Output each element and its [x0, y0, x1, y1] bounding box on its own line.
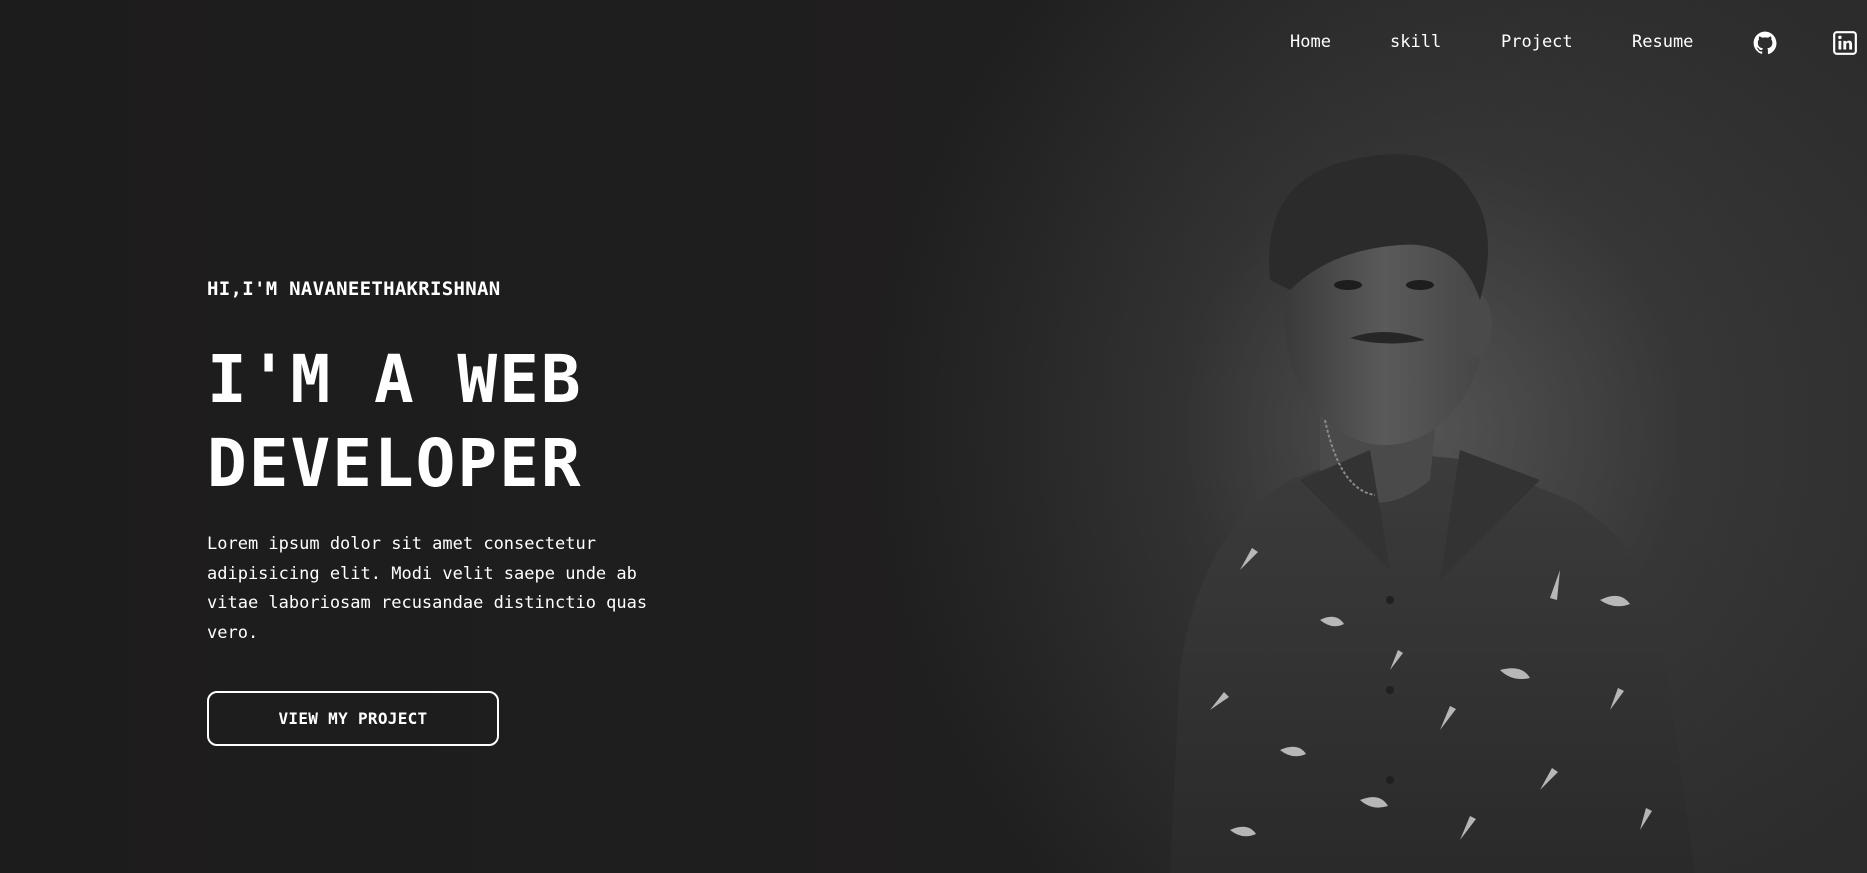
hero-headline-line1: I'M A WEB: [207, 341, 583, 418]
hero-greeting: HI,I'M NAVANEETHAKRISHNAN: [207, 278, 501, 300]
top-navbar: Home skill Project Resume: [0, 28, 1867, 58]
nav-link-resume[interactable]: Resume: [1632, 32, 1693, 52]
nav-link-project[interactable]: Project: [1501, 32, 1573, 52]
nav-link-skill[interactable]: skill: [1390, 32, 1441, 52]
profile-photo: [1170, 154, 1695, 873]
nav-link-home[interactable]: Home: [1290, 32, 1331, 52]
view-project-button[interactable]: VIEW MY PROJECT: [207, 691, 499, 746]
hero-intro: Lorem ipsum dolor sit amet consectetur a…: [207, 534, 648, 643]
github-icon[interactable]: [1752, 30, 1778, 56]
hero-headline-line2: DEVELOPER: [207, 425, 583, 502]
linkedin-icon[interactable]: [1832, 30, 1858, 56]
hero-headline: I'M A WEB DEVELOPER: [207, 338, 727, 506]
